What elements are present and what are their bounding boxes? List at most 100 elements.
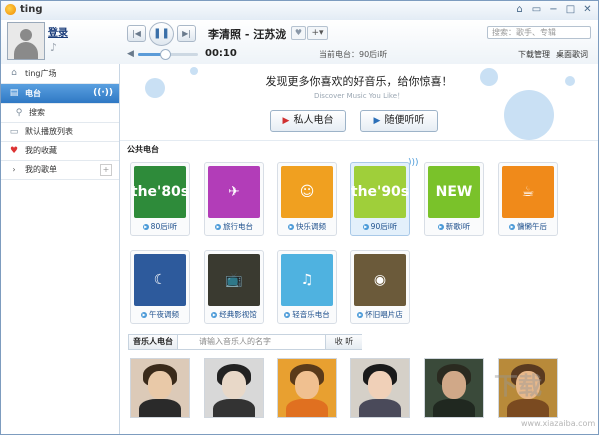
sidebar-item-label: 电台	[25, 89, 41, 98]
avatar-head-shape	[20, 29, 32, 41]
title-bar: ting ⌂ ▭ − □ ✕	[1, 1, 598, 21]
private-radio-label: 私人电台	[293, 115, 334, 126]
search-icon: ⚲	[15, 108, 23, 118]
desktop-lyrics-link[interactable]: 桌面歌词	[556, 49, 588, 60]
add-songlist-icon[interactable]: +	[100, 164, 112, 176]
station-label: 快乐调频	[296, 222, 326, 231]
musician-radio-label: 音乐人电台	[129, 335, 178, 349]
close-icon[interactable]: ✕	[581, 3, 594, 16]
sidebar-item-default-playlist[interactable]: ▭ 默认播放列表	[1, 123, 119, 142]
face-shape	[442, 371, 466, 399]
face-shape	[222, 371, 246, 399]
station-tile[interactable]: the'90s ▶ 90后i听	[350, 162, 410, 236]
maximize-icon[interactable]: □	[564, 3, 577, 16]
search-input[interactable]: 搜索：歌手、专辑	[487, 26, 591, 39]
station-label-row: ▶ 慵懒午后	[499, 221, 557, 232]
musician-photo[interactable]	[277, 358, 337, 418]
luggage-icon: ✈	[208, 166, 260, 218]
ting-logo-icon	[5, 4, 16, 15]
station-label-row: ▶ 轻音乐电台	[278, 309, 336, 320]
play-icon: ▶	[373, 116, 381, 126]
playlist-icon: ▭	[9, 127, 19, 137]
sidebar: ⌂ ting广场 ▤ 电台 ((·)) ⚲ 搜索 ▭ 默认播放列表 ♥ 我的收藏…	[1, 64, 120, 434]
play-icon[interactable]: ▶	[288, 224, 294, 230]
play-icon[interactable]: ▶	[437, 224, 444, 230]
sidebar-item-radio[interactable]: ▤ 电台 ((·))	[1, 84, 119, 104]
volume-icon[interactable]: ◀	[127, 49, 134, 59]
sidebar-item-plaza[interactable]: ⌂ ting广场	[1, 64, 119, 84]
smiley-icon: ☺	[281, 166, 333, 218]
watermark-logo: 下载	[494, 372, 542, 400]
phone-icon: the'90s	[351, 166, 409, 218]
station-tile[interactable]: ✈ ▶ 旅行电台	[204, 162, 264, 236]
station-label-row: ▶ 80后i听	[131, 221, 189, 232]
download-manager-link[interactable]: 下载管理	[518, 49, 550, 60]
egg-icon: NEW	[428, 166, 480, 218]
coffee-icon: ☕	[502, 166, 554, 218]
play-icon[interactable]: ▶	[357, 312, 364, 318]
musician-photo[interactable]	[130, 358, 190, 418]
listen-button[interactable]: 收 听	[325, 335, 362, 349]
random-listen-button[interactable]: ▶ 随便听听	[360, 110, 438, 132]
play-time: 00:10	[205, 48, 237, 59]
sidebar-item-label: 搜索	[29, 108, 45, 117]
play-icon[interactable]: ▶	[215, 224, 221, 230]
add-to-list-button[interactable]: +▾	[307, 26, 328, 40]
minimize-icon[interactable]: −	[547, 3, 560, 16]
body-shape	[359, 399, 401, 417]
musician-name-input[interactable]: 请输入音乐人的名字	[199, 335, 271, 349]
station-tile[interactable]: ♫ ▶ 轻音乐电台	[277, 250, 337, 324]
sidebar-item-favorites[interactable]: ♥ 我的收藏	[1, 142, 119, 161]
station-tile[interactable]: ◉ ▶ 怀旧唱片店	[350, 250, 410, 324]
play-icon[interactable]: ▶	[284, 312, 291, 318]
current-station: 当前电台：90后i听	[319, 49, 387, 60]
previous-icon: |◀	[132, 29, 141, 38]
station-tile[interactable]: NEW ▶ 新歌i听	[424, 162, 484, 236]
login-link[interactable]: 登录	[48, 24, 68, 39]
play-icon[interactable]: ▶	[141, 312, 147, 318]
play-icon[interactable]: ▶	[211, 312, 218, 318]
next-button[interactable]: ▶|	[177, 25, 196, 42]
station-tile[interactable]: ☺ ▶ 快乐调频	[277, 162, 337, 236]
avatar[interactable]	[7, 22, 45, 60]
favorite-heart-icon[interactable]: ♥	[291, 26, 306, 40]
station-tile[interactable]: 📺 ▶ 经典影视馆	[204, 250, 264, 324]
station-label-row: ▶ 经典影视馆	[205, 309, 263, 320]
station-label-row: ▶ 午夜调频	[131, 309, 189, 320]
private-radio-button[interactable]: ▶ 私人电台	[270, 110, 346, 132]
tv-icon: 📺	[208, 254, 260, 306]
play-icon[interactable]: ▶	[509, 224, 515, 230]
previous-button[interactable]: |◀	[127, 25, 146, 42]
body-shape	[507, 399, 549, 417]
station-tile[interactable]: ☕ ▶ 慵懒午后	[498, 162, 558, 236]
play-icon[interactable]: ▶	[362, 224, 369, 230]
station-tile[interactable]: ☾ ▶ 午夜调频	[130, 250, 190, 324]
music-icon: ♫	[281, 254, 333, 306]
pause-icon: ❚❚	[153, 28, 170, 39]
body-shape	[139, 399, 181, 417]
radio-icon: ▤	[9, 88, 19, 98]
skin-icon[interactable]: ⌂	[513, 3, 526, 16]
sidebar-item-my-songlist[interactable]: › 我的歌单 +	[1, 161, 119, 180]
sidebar-item-label: ting广场	[25, 69, 57, 78]
station-label: 轻音乐电台	[292, 310, 330, 319]
pause-button[interactable]: ❚❚	[149, 22, 174, 46]
discover-banner: 发现更多你喜欢的好音乐，给你惊喜！ Discover Music You Lik…	[120, 64, 598, 141]
musician-photo[interactable]	[204, 358, 264, 418]
heart-icon: ♥	[9, 146, 19, 156]
volume-knob[interactable]	[160, 49, 171, 60]
mini-mode-icon[interactable]: ▭	[530, 3, 543, 16]
next-icon: ▶|	[182, 29, 191, 38]
musician-photo[interactable]	[350, 358, 410, 418]
avatar-body-shape	[14, 42, 38, 59]
player-header: 登录 ♪ |◀ ❚❚ ▶| 李清照 - 汪苏泷 ♥ +▾ 搜索：歌手、专辑 ◀ …	[1, 20, 598, 65]
musician-radio-bar: 音乐人电台 请输入音乐人的名字 收 听	[128, 334, 362, 350]
musician-photo[interactable]	[424, 358, 484, 418]
station-label: 新歌i听	[445, 222, 471, 231]
play-icon[interactable]: ▶	[142, 224, 149, 230]
station-label-row: ▶ 旅行电台	[205, 221, 263, 232]
current-station-label: 当前电台：	[319, 50, 359, 59]
sidebar-item-search[interactable]: ⚲ 搜索	[1, 104, 119, 123]
station-label: 旅行电台	[223, 222, 253, 231]
station-tile[interactable]: the'80s ▶ 80后i听	[130, 162, 190, 236]
